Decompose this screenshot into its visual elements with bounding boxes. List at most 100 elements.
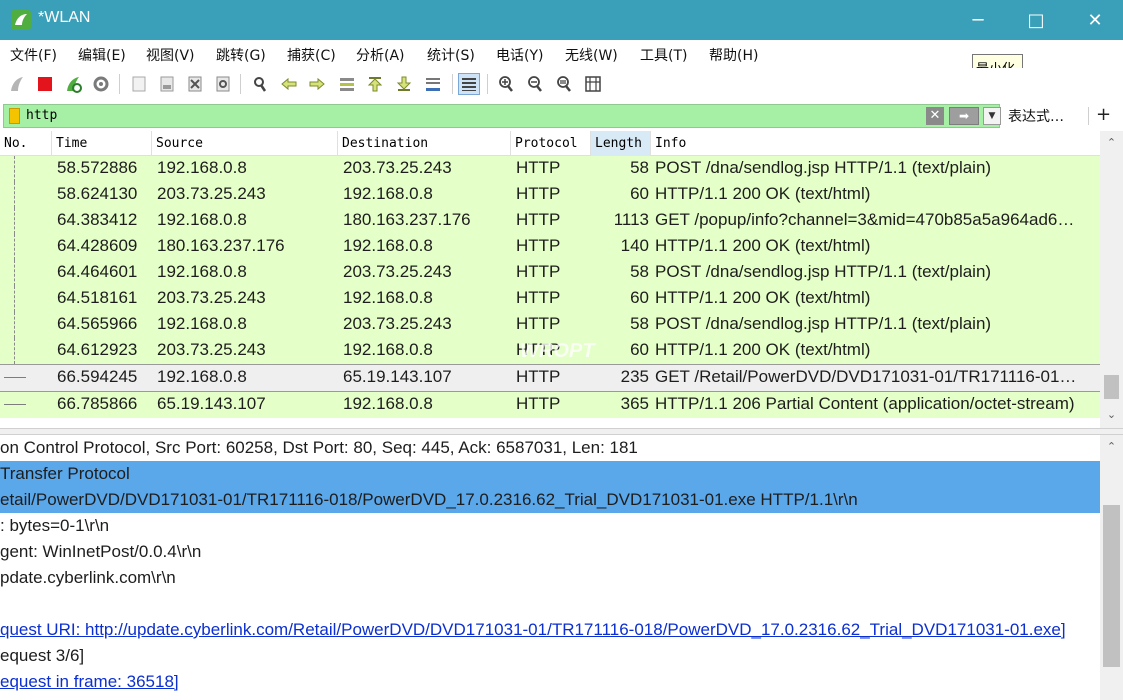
colorize-icon[interactable] — [458, 73, 480, 95]
cell-info: POST /dna/sendlog.jsp HTTP/1.1 (text/pla… — [655, 314, 992, 333]
stop-capture-icon[interactable] — [34, 73, 56, 95]
column-info[interactable]: Info — [651, 131, 1100, 156]
last-packet-icon[interactable] — [393, 73, 415, 95]
packet-row[interactable]: 64.565966 192.168.0.8 203.73.25.243 HTTP… — [0, 312, 1100, 338]
capture-options-icon[interactable] — [90, 73, 112, 95]
cell-source: 203.73.25.243 — [157, 288, 266, 307]
related-packet-indicator — [0, 312, 52, 338]
maximize-button[interactable]: □ — [1013, 0, 1059, 40]
menu-capture[interactable]: 捕获(C) — [287, 45, 336, 65]
save-file-icon[interactable] — [156, 73, 178, 95]
go-to-packet-icon[interactable] — [336, 73, 358, 95]
column-source[interactable]: Source — [152, 131, 338, 156]
packet-row[interactable]: 64.428609 180.163.237.176 192.168.0.8 HT… — [0, 234, 1100, 260]
related-packet-indicator — [0, 260, 52, 286]
cell-time: 64.383412 — [57, 210, 138, 229]
expression-button[interactable]: 表达式… — [1008, 106, 1064, 126]
column-no[interactable]: No. — [0, 131, 52, 156]
detail-blank[interactable] — [0, 591, 1100, 617]
filter-history-dropdown[interactable]: ▼ — [983, 107, 1001, 125]
column-time[interactable]: Time — [52, 131, 152, 156]
menu-tools[interactable]: 工具(T) — [640, 45, 687, 65]
open-file-icon[interactable] — [128, 73, 150, 95]
cell-time: 66.594245 — [57, 367, 138, 386]
add-filter-button[interactable]: + — [1096, 104, 1111, 125]
cell-destination: 192.168.0.8 — [343, 288, 433, 307]
menu-view[interactable]: 视图(V) — [146, 45, 195, 65]
detail-user-agent[interactable]: gent: WinInetPost/0.0.4\r\n — [0, 539, 1100, 565]
cell-length: 60 — [630, 340, 649, 359]
detail-prev-request-link[interactable]: equest in frame: 36518] — [0, 669, 1100, 695]
cell-time: 66.785866 — [57, 394, 138, 413]
apply-filter-arrow-icon[interactable]: ➡ — [949, 107, 979, 125]
column-protocol[interactable]: Protocol — [511, 131, 591, 156]
packet-row-selected[interactable]: 66.594245 192.168.0.8 65.19.143.107 HTTP… — [0, 364, 1100, 392]
menu-statistics[interactable]: 统计(S) — [427, 45, 475, 65]
go-forward-icon[interactable] — [306, 73, 328, 95]
column-length[interactable]: Length — [591, 131, 651, 156]
resize-columns-icon[interactable] — [582, 73, 604, 95]
cell-length: 140 — [620, 236, 649, 255]
display-filter-input[interactable]: http ✕ ➡ ▼ — [3, 104, 1001, 128]
reload-file-icon[interactable] — [212, 73, 234, 95]
cell-time: 64.518161 — [57, 288, 138, 307]
cell-destination: 203.73.25.243 — [343, 262, 452, 281]
first-packet-icon[interactable] — [364, 73, 386, 95]
cell-info: GET /popup/info?channel=3&mid=470b85a5a9… — [655, 210, 1075, 229]
zoom-out-icon[interactable] — [524, 73, 546, 95]
packet-row[interactable]: 58.624130 203.73.25.243 192.168.0.8 HTTP… — [0, 182, 1100, 208]
cell-info: HTTP/1.1 206 Partial Content (applicatio… — [655, 394, 1075, 413]
cell-destination: 203.73.25.243 — [343, 158, 452, 177]
detail-http-request-count[interactable]: equest 3/6] — [0, 643, 1100, 669]
detail-full-request-uri[interactable]: quest URI: http://update.cyberlink.com/R… — [0, 617, 1100, 643]
find-packet-icon[interactable] — [249, 73, 271, 95]
normal-size-icon[interactable] — [553, 73, 575, 95]
toolbar-separator — [240, 74, 241, 94]
menu-go[interactable]: 跳转(G) — [216, 45, 266, 65]
go-back-icon[interactable] — [278, 73, 300, 95]
close-button[interactable]: ✕ — [1072, 0, 1118, 40]
details-scrollbar[interactable]: ⌃ — [1100, 435, 1123, 700]
detail-host[interactable]: pdate.cyberlink.com\r\n — [0, 565, 1100, 591]
start-capture-icon[interactable] — [6, 73, 28, 95]
packet-row[interactable]: 64.383412 192.168.0.8 180.163.237.176 HT… — [0, 208, 1100, 234]
packet-row[interactable]: 64.464601 192.168.0.8 203.73.25.243 HTTP… — [0, 260, 1100, 286]
menu-help[interactable]: 帮助(H) — [709, 45, 758, 65]
cell-protocol: HTTP — [516, 394, 561, 413]
toolbar-separator — [487, 74, 488, 94]
packet-list-scrollbar[interactable]: ⌃ ⌄ — [1100, 131, 1123, 428]
menu-analyze[interactable]: 分析(A) — [356, 45, 405, 65]
related-packet-indicator — [0, 286, 52, 312]
detail-tcp[interactable]: on Control Protocol, Src Port: 60258, Ds… — [0, 435, 1100, 461]
column-destination[interactable]: Destination — [338, 131, 511, 156]
zoom-in-icon[interactable] — [495, 73, 517, 95]
minimize-button[interactable]: ─ — [955, 0, 1001, 40]
filter-text[interactable]: http — [26, 108, 57, 123]
menu-telephony[interactable]: 电话(Y) — [496, 45, 543, 65]
restart-capture-icon[interactable] — [62, 73, 84, 95]
scroll-up-icon[interactable]: ⌃ — [1100, 437, 1123, 457]
packet-row[interactable]: 64.518161 203.73.25.243 192.168.0.8 HTTP… — [0, 286, 1100, 312]
scroll-up-icon[interactable]: ⌃ — [1100, 133, 1123, 153]
detail-http[interactable]: Transfer Protocol — [0, 461, 1100, 487]
related-packet-indicator — [0, 365, 52, 391]
packet-row[interactable]: 58.572886 192.168.0.8 203.73.25.243 HTTP… — [0, 156, 1100, 182]
pane-splitter[interactable] — [0, 428, 1123, 435]
menu-edit[interactable]: 编辑(E) — [78, 45, 126, 65]
filter-bookmark-icon[interactable] — [9, 108, 20, 124]
cell-info: GET /Retail/PowerDVD/DVD171031-01/TR1711… — [655, 367, 1077, 386]
scrollbar-thumb[interactable] — [1103, 505, 1120, 667]
menu-wireless[interactable]: 无线(W) — [565, 45, 618, 65]
detail-request-line[interactable]: etail/PowerDVD/DVD171031-01/TR171116-018… — [0, 487, 1100, 513]
scrollbar-thumb[interactable] — [1104, 375, 1119, 399]
clear-filter-icon[interactable]: ✕ — [926, 107, 944, 125]
auto-scroll-icon[interactable] — [422, 73, 444, 95]
detail-range[interactable]: : bytes=0-1\r\n — [0, 513, 1100, 539]
menu-file[interactable]: 文件(F) — [10, 45, 57, 65]
close-file-icon[interactable] — [184, 73, 206, 95]
cell-protocol: HTTP — [516, 367, 561, 386]
packet-row[interactable]: 66.785866 65.19.143.107 192.168.0.8 HTTP… — [0, 392, 1100, 418]
window-title: *WLAN — [38, 9, 91, 26]
cell-time: 58.572886 — [57, 158, 138, 177]
scroll-down-icon[interactable]: ⌄ — [1100, 405, 1123, 425]
